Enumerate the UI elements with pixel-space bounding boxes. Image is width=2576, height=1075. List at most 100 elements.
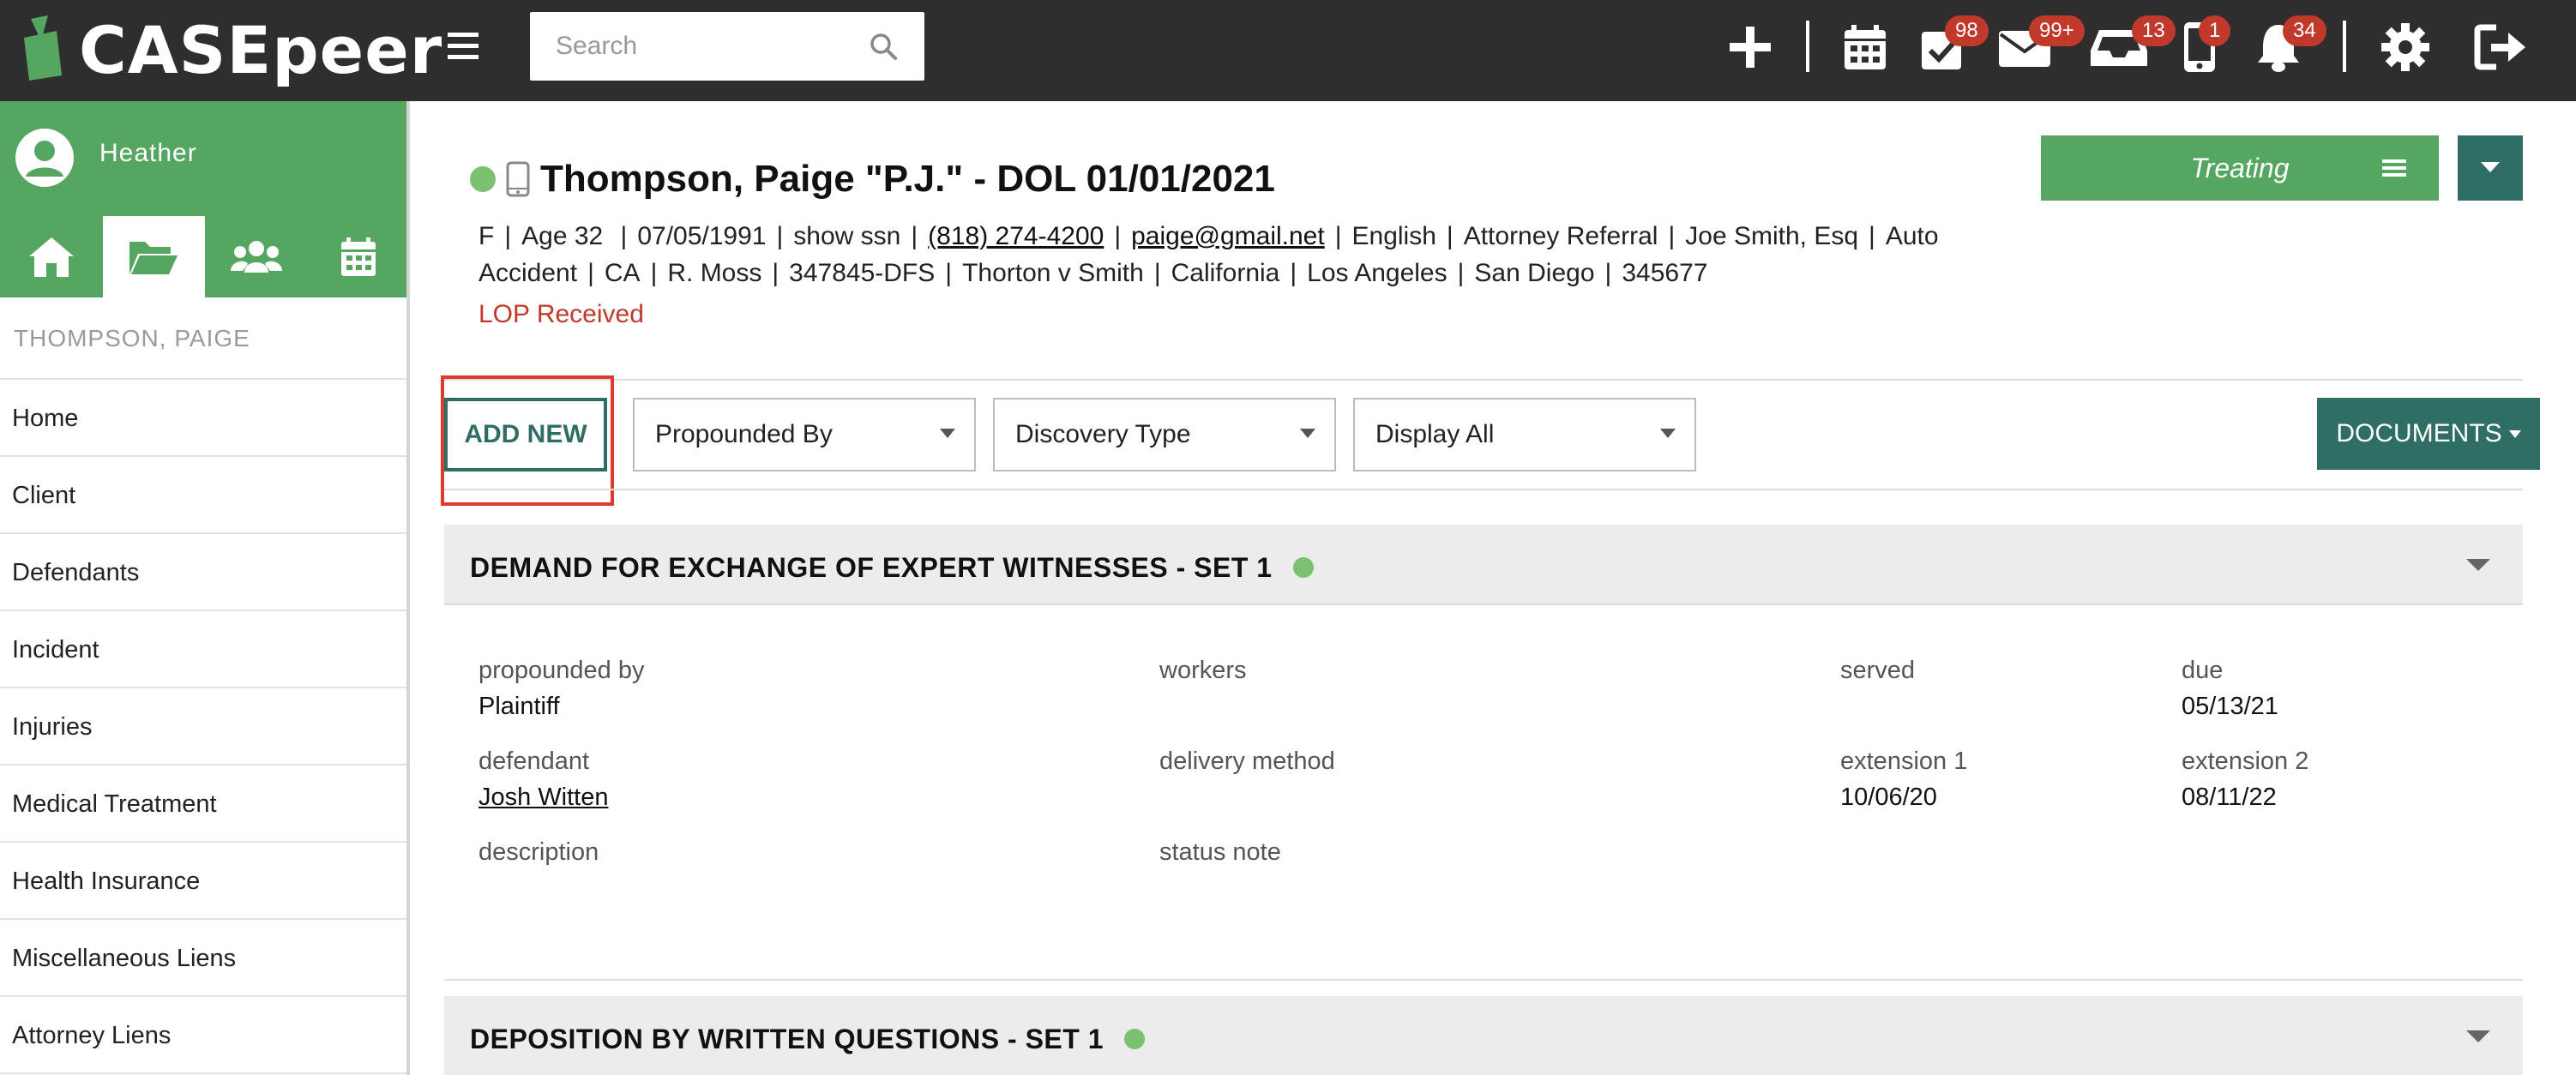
sidebar-nav-tabs [0,216,410,297]
search-icon[interactable] [868,31,899,62]
extension-1-label: extension 1 [1840,748,1968,775]
lop-status: LOP Received [478,300,644,328]
search-box [530,12,924,81]
case-info-age: Age 32 [521,222,611,250]
chevron-down-icon [2466,559,2490,571]
chevron-down-icon [2508,429,2521,438]
gear-icon[interactable] [2375,17,2435,77]
display-filter-select[interactable]: Display All [1353,398,1696,471]
case-info-office: San Diego [1474,259,1595,287]
user-name[interactable]: Heather [99,139,197,168]
due-value: 05/13/21 [2182,693,2278,720]
case-info-line-1: F | Age 32 | 07/05/1991 | show ssn | (818) 274-… [478,222,1939,250]
case-info-claim-number: 347845-DFS [789,259,936,287]
discovery-type-value: Discovery Type [1015,420,1191,448]
main-content: Thompson, Paige "P.J." - DOL 01/01/2021 … [413,101,2576,1075]
case-info-case-number: 345677 [1622,259,1708,287]
sidebar-item-medical-treatment[interactable]: Medical Treatment [0,766,406,843]
case-status-dot [470,166,496,192]
sidebar-item-injuries[interactable]: Injuries [0,688,406,766]
tasks-icon[interactable]: 98 [1912,15,1989,77]
main-menu-icon[interactable] [442,26,484,67]
discovery-section-header[interactable]: DEMAND FOR EXCHANGE OF EXPERT WITNESSES … [444,525,2523,605]
sidebar-item-attorney-liens[interactable]: Attorney Liens [0,997,406,1074]
sidebar-item-miscellaneous-liens[interactable]: Miscellaneous Liens [0,920,406,997]
divider [444,379,2523,381]
client-email-link[interactable]: paige@gmail.net [1131,222,1325,250]
case-info-referral: Attorney Referral [1463,222,1658,250]
sidebar: Heather THOMPSON, PAIGE Home Client Defe… [0,101,410,1075]
users-icon [230,240,282,273]
section-status-dot [1292,556,1314,578]
case-info-county: Los Angeles [1307,259,1447,287]
tab-contacts[interactable] [205,216,308,297]
divider [444,979,2523,981]
due-label: due [2182,657,2224,684]
sidebar-item-health-insurance[interactable]: Health Insurance [0,843,406,920]
user-panel: Heather [0,101,406,297]
tab-home[interactable] [0,216,103,297]
add-new-button[interactable]: ADD NEW [444,398,607,471]
status-note-label: status note [1159,838,1281,866]
topbar-divider [2343,21,2346,72]
client-phone-link[interactable]: (818) 274-4200 [928,222,1104,250]
mail-badge: 99+ [2029,15,2085,46]
propounded-by-label: propounded by [478,657,645,684]
mail-icon[interactable]: 99+ [1995,15,2085,77]
chevron-down-icon [2481,162,2500,172]
notifications-badge: 34 [2283,15,2326,46]
logout-icon[interactable] [2471,17,2531,77]
top-navbar: CASEpeer Search 98 99+ 13 1 34 [0,0,2576,101]
defendant-link[interactable]: Josh Witten [478,784,609,812]
mobile-phone-icon [506,161,530,197]
status-menu-icon [2380,154,2408,182]
divider [444,489,2523,490]
workers-label: workers [1159,657,1247,684]
case-info-case-type-cont: Accident [478,259,578,287]
topbar-divider [1806,21,1809,72]
section-title: DEPOSITION BY WRITTEN QUESTIONS - SET 1 [470,1024,1145,1055]
tab-calendar[interactable] [308,216,411,297]
propounded-by-value: Propounded By [655,420,833,448]
case-actions-dropdown[interactable] [2458,135,2523,201]
discovery-type-select[interactable]: Discovery Type [993,398,1336,471]
propounded-by-value: Plaintiff [478,693,560,720]
case-info-sex: F [478,222,495,250]
chevron-down-icon [2466,1030,2490,1042]
phone-badge: 1 [2199,15,2231,46]
user-avatar-icon[interactable] [14,127,75,189]
plus-icon[interactable] [1720,17,1780,77]
case-info-line-2: Accident | CA | R. Moss | 347845-DFS | Thorton v… [478,259,1708,287]
documents-button[interactable]: DOCUMENTS [2317,398,2540,470]
defendant-label: defendant [478,748,590,775]
chevron-down-icon [1300,429,1315,438]
tab-case-folder[interactable] [102,216,205,297]
case-info-jurisdiction: California [1171,259,1280,287]
phone-icon[interactable]: 1 [2170,15,2231,77]
inbox-icon[interactable]: 13 [2089,15,2176,77]
case-status-button[interactable]: Treating [2041,135,2439,201]
sidebar-item-home[interactable]: Home [0,380,406,457]
chevron-down-icon [1660,429,1676,438]
case-info-case-type: Auto [1885,222,1939,250]
description-label: description [478,838,599,866]
search-input[interactable] [556,32,868,61]
case-info-state: CA [604,259,641,287]
sidebar-item-defendants[interactable]: Defendants [0,534,406,611]
case-info-staff: R. Moss [667,259,762,287]
discovery-section-header[interactable]: DEPOSITION BY WRITTEN QUESTIONS - SET 1 [444,996,2523,1075]
case-info: F | Age 32 | 07/05/1991 | show ssn | (818) 274-… [478,218,2039,291]
propounded-by-select[interactable]: Propounded By [633,398,976,471]
case-info-dob: 07/05/1991 [637,222,767,250]
casepeer-logo[interactable]: CASEpeer [19,7,442,93]
sidebar-item-incident[interactable]: Incident [0,611,406,688]
show-ssn-link[interactable]: show ssn [793,222,900,250]
calendar-icon [341,237,376,276]
delivery-method-label: delivery method [1159,748,1335,775]
documents-label: DOCUMENTS [2336,419,2502,447]
case-status-label: Treating [2190,152,2290,183]
case-info-attorney: Joe Smith, Esq [1685,222,1859,250]
calendar-icon[interactable] [1835,17,1895,77]
sidebar-item-client[interactable]: Client [0,457,406,534]
bell-icon[interactable]: 34 [2248,15,2326,77]
